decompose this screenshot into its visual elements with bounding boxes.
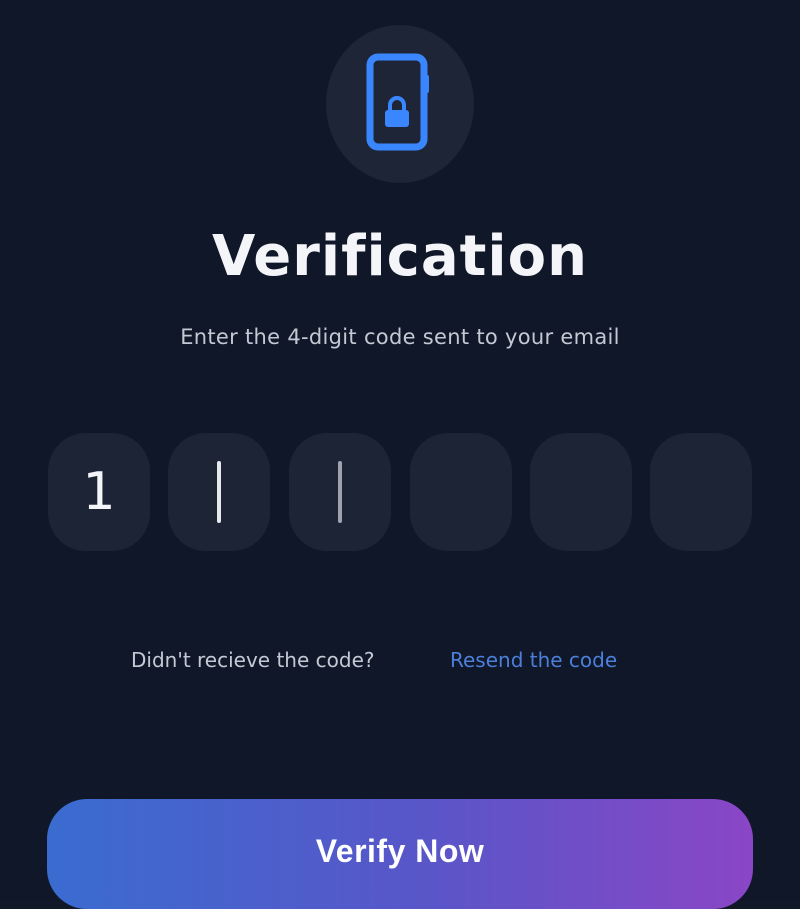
otp-digit-4[interactable] (410, 433, 512, 551)
text-caret (217, 461, 221, 523)
resend-code-link[interactable]: Resend the code (450, 648, 617, 672)
text-caret (338, 461, 342, 523)
otp-digit-3[interactable] (289, 433, 391, 551)
verification-screen: Verification Enter the 4-digit code sent… (0, 0, 800, 909)
otp-digit-2[interactable] (168, 433, 270, 551)
otp-digit-1[interactable]: 1 (48, 433, 150, 551)
verify-now-button[interactable]: Verify Now (47, 799, 753, 909)
page-subtitle: Enter the 4-digit code sent to your emai… (180, 325, 620, 349)
otp-digit-6[interactable] (650, 433, 752, 551)
page-title: Verification (212, 224, 588, 289)
resend-row: Didn't recieve the code? Resend the code (0, 648, 800, 678)
otp-digit-5[interactable] (530, 433, 632, 551)
resend-prompt: Didn't recieve the code? (131, 648, 375, 672)
phone-lock-icon (366, 53, 429, 151)
icon-badge (326, 25, 474, 183)
otp-input-group: 1 (48, 433, 753, 551)
